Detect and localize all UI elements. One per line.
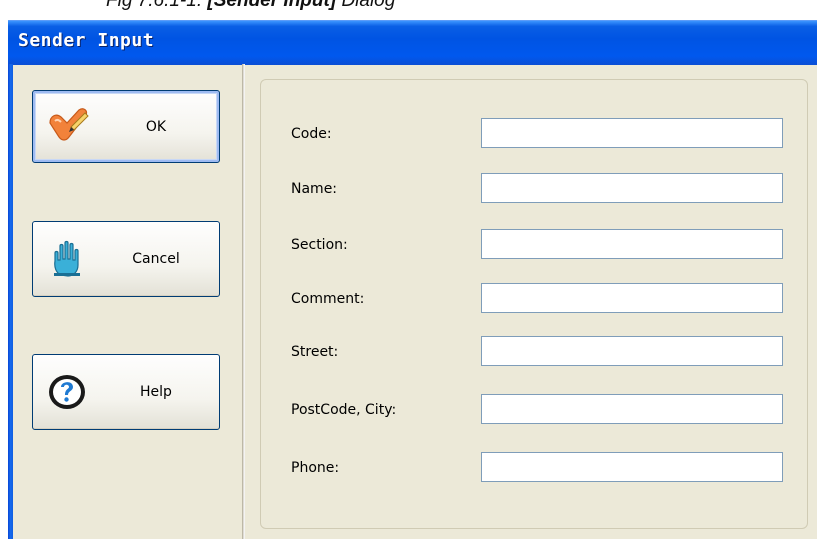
field-row-postcode-city: PostCode, City: bbox=[261, 394, 807, 428]
name-label: Name: bbox=[291, 181, 338, 197]
caption-suffix: Dialog bbox=[336, 0, 396, 11]
window-title: Sender Input bbox=[18, 30, 155, 51]
postcode-city-label: PostCode, City: bbox=[291, 402, 397, 418]
comment-label: Comment: bbox=[291, 291, 365, 307]
caption-prefix: Fig 7.6.1-1: bbox=[106, 0, 208, 11]
help-button-label: Help bbox=[140, 384, 172, 400]
cancel-button[interactable]: Cancel bbox=[32, 221, 220, 297]
hand-stop-icon bbox=[54, 240, 80, 277]
phone-input[interactable] bbox=[481, 452, 783, 482]
ok-button-label: OK bbox=[145, 118, 167, 135]
sender-input-dialog: Sender Input OK Cancel Help Code: Name: … bbox=[8, 20, 817, 539]
postcode-city-input[interactable] bbox=[481, 394, 783, 424]
phone-label: Phone: bbox=[291, 460, 340, 476]
field-row-code: Code: bbox=[261, 118, 807, 152]
sender-fields-panel: Code: Name: Section: Comment: Street: Po… bbox=[260, 79, 808, 529]
field-row-phone: Phone: bbox=[261, 452, 807, 486]
section-label: Section: bbox=[291, 237, 348, 253]
help-question-icon bbox=[49, 375, 85, 409]
cancel-button-label: Cancel bbox=[132, 251, 180, 267]
ok-button[interactable]: OK bbox=[32, 90, 220, 163]
caption-bold: [Sender Input] bbox=[207, 0, 337, 11]
field-row-section: Section: bbox=[261, 229, 807, 263]
help-button[interactable]: Help bbox=[32, 354, 220, 430]
code-input[interactable] bbox=[481, 118, 783, 148]
name-input[interactable] bbox=[481, 173, 783, 203]
panel-divider bbox=[242, 64, 245, 539]
code-label: Code: bbox=[291, 126, 332, 142]
street-input[interactable] bbox=[481, 336, 783, 366]
field-row-comment: Comment: bbox=[261, 283, 807, 317]
comment-input[interactable] bbox=[481, 283, 783, 313]
figure-caption: Fig 7.6.1-1: [Sender Input] Dialog bbox=[106, 0, 395, 10]
field-row-name: Name: bbox=[261, 173, 807, 207]
title-bar[interactable]: Sender Input bbox=[8, 20, 817, 65]
checkmark-pen-icon bbox=[49, 107, 89, 141]
field-row-street: Street: bbox=[261, 336, 807, 370]
street-label: Street: bbox=[291, 344, 339, 360]
window-frame-left bbox=[8, 64, 13, 539]
section-input[interactable] bbox=[481, 229, 783, 259]
